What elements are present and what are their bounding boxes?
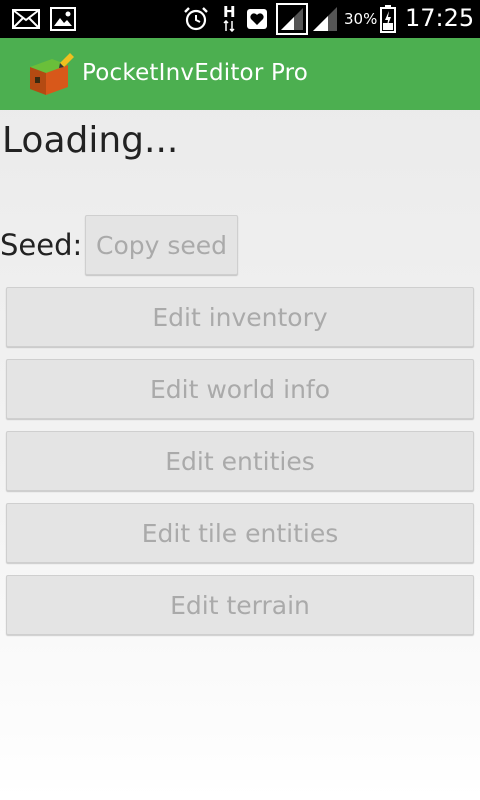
app-bar: PocketInvEditor Pro: [0, 38, 480, 110]
chest-icon: [30, 53, 74, 95]
data-arrows-icon: [223, 20, 235, 32]
heart-icon: [247, 9, 267, 29]
app-title: PocketInvEditor Pro: [82, 60, 309, 86]
signal-strength-2-icon: [313, 7, 337, 31]
edit-tile-entities-button[interactable]: Edit tile entities: [6, 503, 474, 563]
signal-strength-icon: [276, 3, 308, 35]
copy-seed-button[interactable]: Copy seed: [85, 215, 238, 275]
battery-percent: 30%: [344, 10, 378, 28]
image-icon: [50, 7, 76, 31]
edit-terrain-button[interactable]: Edit terrain: [6, 575, 474, 635]
battery-charging-icon: [380, 5, 396, 33]
status-bar: H 30% 17:25: [0, 0, 480, 38]
loading-text: Loading...: [2, 120, 179, 161]
edit-entities-button[interactable]: Edit entities: [6, 431, 474, 491]
edit-inventory-button[interactable]: Edit inventory: [6, 287, 474, 347]
network-type-label: H: [223, 3, 236, 21]
seed-label: Seed:: [0, 228, 83, 262]
edit-world-info-button[interactable]: Edit world info: [6, 359, 474, 419]
clock-time: 17:25: [405, 4, 475, 32]
alarm-clock-icon: [184, 7, 208, 31]
mail-icon: [12, 9, 40, 29]
